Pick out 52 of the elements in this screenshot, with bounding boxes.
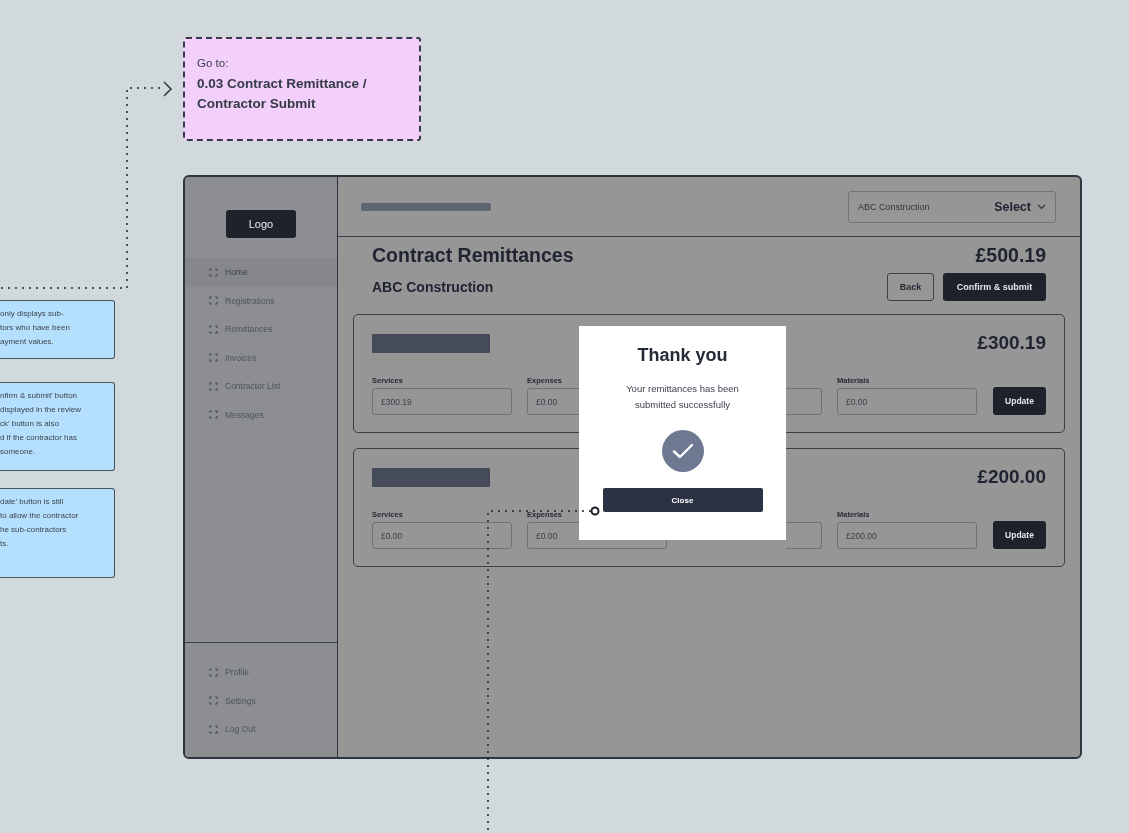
nav-label: Profile xyxy=(225,667,250,678)
annotation-note: only displays sub- tors who have been ayment values. xyxy=(0,300,115,359)
select-value: ABC Construction xyxy=(858,201,930,212)
placeholder-icon xyxy=(209,324,218,334)
update-button[interactable]: Update xyxy=(993,387,1046,415)
select-label: Select xyxy=(994,199,1031,214)
total-amount: £500.19 xyxy=(975,243,1046,267)
placeholder-icon xyxy=(209,296,218,306)
nav-item[interactable]: Home xyxy=(185,258,337,287)
nav-item[interactable]: Contractor List xyxy=(185,372,337,401)
nav-label: Invoices xyxy=(225,352,257,363)
nav-item[interactable]: Remittances xyxy=(185,315,337,344)
goto-label: Go to: xyxy=(197,57,230,69)
placeholder-icon xyxy=(209,724,218,734)
placeholder-icon xyxy=(209,267,218,277)
close-button[interactable]: Close xyxy=(602,488,763,512)
company-select[interactable]: ABC Construction Select xyxy=(848,190,1056,223)
nav-item[interactable]: Profile xyxy=(185,658,337,687)
amount-field[interactable]: £0.00 xyxy=(372,522,512,549)
annotation-note: nfirm & submit’ button displayed in the review ck’ button is also d if the contractor has someone. xyxy=(0,382,115,471)
nav-item[interactable]: Registrations xyxy=(185,286,337,315)
placeholder-icon xyxy=(209,381,218,391)
nav-item[interactable]: Settings xyxy=(185,686,337,715)
card-amount: £300.19 xyxy=(977,332,1046,354)
nav-item[interactable]: Invoices xyxy=(185,343,337,372)
card-amount: £200.00 xyxy=(977,466,1046,488)
update-button[interactable]: Update xyxy=(993,521,1046,549)
nav-label: Registrations xyxy=(225,295,275,306)
chevron-down-icon xyxy=(1037,203,1046,210)
placeholder-icon xyxy=(209,410,218,420)
nav-item[interactable]: Messages xyxy=(185,400,337,429)
goto-target: 0.03 Contract Remittance / Contractor Submit xyxy=(197,75,368,113)
dialog-title: Thank you xyxy=(637,345,728,366)
amount-field[interactable]: £0.00 xyxy=(837,388,977,415)
annotation-note: date’ button is still to allow the contractor he sub-contractors ts. xyxy=(0,488,115,578)
logo-button[interactable]: Logo xyxy=(226,210,296,238)
amount-field[interactable]: £200.00 xyxy=(837,522,977,549)
nav-label: Messages xyxy=(225,409,264,420)
page-title: Contract Remittances xyxy=(372,243,574,267)
dialog-message: Your remittances has been submitted successfully xyxy=(625,382,740,412)
placeholder-icon xyxy=(209,667,218,677)
amount-field[interactable]: £300.19 xyxy=(372,388,512,415)
nav-label: Settings xyxy=(225,695,256,706)
company-name: ABC Construction xyxy=(372,279,494,295)
submit-button[interactable]: Confirm & submit xyxy=(943,273,1046,301)
nav-label: Remittances xyxy=(225,324,273,335)
back-button[interactable]: Back xyxy=(887,273,934,301)
nav-label: Home xyxy=(225,267,248,278)
checkmark-icon xyxy=(661,430,704,472)
nav-label: Contractor List xyxy=(225,381,281,392)
placeholder-icon xyxy=(209,353,218,363)
placeholder-icon xyxy=(209,696,218,706)
